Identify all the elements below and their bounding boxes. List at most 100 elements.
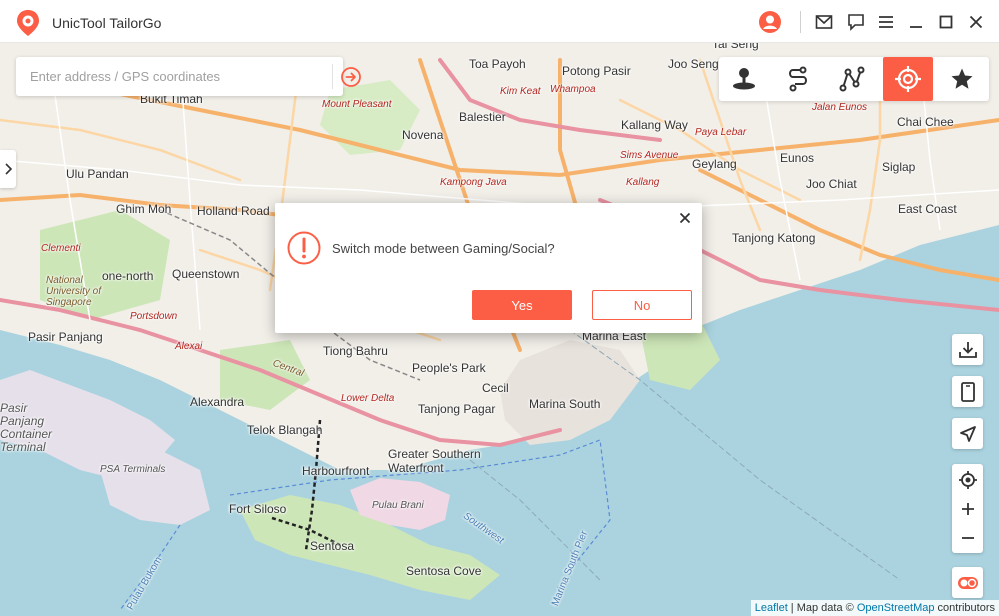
sidebar-toggle[interactable] xyxy=(0,150,16,188)
map-label: National University of Singapore xyxy=(46,275,102,308)
search-input[interactable] xyxy=(16,57,316,96)
map-label: Marina South xyxy=(529,397,601,411)
dialog-message: Switch mode between Gaming/Social? xyxy=(332,241,555,256)
titlebar-divider xyxy=(800,11,801,33)
map-label: People's Park xyxy=(412,361,486,375)
attribution-suffix: contributors xyxy=(934,602,995,614)
multi-spot-route-icon xyxy=(839,66,865,92)
two-spot-mode-button[interactable] xyxy=(773,57,823,101)
zoom-out-button[interactable] xyxy=(952,523,983,552)
leaflet-link[interactable]: Leaflet xyxy=(755,602,788,614)
two-spot-route-icon xyxy=(789,66,807,92)
locate-icon xyxy=(958,470,977,489)
favorites-button[interactable] xyxy=(937,57,987,101)
plus-icon xyxy=(961,502,974,515)
navigation-arrow-icon xyxy=(959,425,976,442)
map-label: Telok Blangah xyxy=(247,423,323,437)
map-label: Clementi xyxy=(41,243,81,254)
map-label: Kallang xyxy=(626,177,660,188)
minus-icon xyxy=(961,536,974,539)
map-label: Lower Delta xyxy=(341,393,395,404)
phone-icon xyxy=(960,381,975,402)
zoom-in-button[interactable] xyxy=(952,494,983,523)
map-label: PSA Terminals xyxy=(100,464,166,475)
map-label: Eunos xyxy=(780,151,815,165)
map-label: Ghim Moh xyxy=(116,202,172,216)
navigate-button[interactable] xyxy=(952,418,983,449)
user-avatar-icon[interactable] xyxy=(758,10,782,34)
map-label: Tanjong Katong xyxy=(732,231,816,245)
map-label: Holland Road xyxy=(197,204,270,218)
search-bar xyxy=(16,57,361,96)
search-go-icon[interactable] xyxy=(340,66,362,88)
game-mode-button[interactable] xyxy=(883,57,933,101)
download-button[interactable] xyxy=(952,334,983,365)
switch-mode-dialog: Switch mode between Gaming/Social? Yes N… xyxy=(275,203,702,333)
mail-icon[interactable] xyxy=(812,10,836,34)
zoom-controls xyxy=(952,464,983,553)
toggle-icon xyxy=(957,576,978,589)
map-label: Novena xyxy=(402,128,444,142)
map-label: Joo Chiat xyxy=(806,177,857,191)
map-label: Whampoa xyxy=(550,84,596,95)
star-icon xyxy=(951,68,973,89)
close-icon xyxy=(679,212,691,224)
app-title: UnicTool TailorGo xyxy=(52,15,162,31)
map-label: Toa Payoh xyxy=(469,57,526,71)
map-label: Siglap xyxy=(882,160,916,174)
dialog-close-button[interactable] xyxy=(676,209,694,227)
warning-icon xyxy=(287,231,321,265)
feedback-icon[interactable] xyxy=(844,10,868,34)
search-divider xyxy=(332,64,333,89)
map-label: Pasir Panjang Container Terminal xyxy=(0,401,53,454)
attribution-text: | Map data © xyxy=(787,602,857,614)
teleport-icon xyxy=(733,68,755,90)
close-icon[interactable] xyxy=(964,10,988,34)
map-label: Portsdown xyxy=(130,311,178,322)
openstreetmap-link[interactable]: OpenStreetMap xyxy=(857,602,935,614)
map-label: Sentosa Cove xyxy=(406,564,482,578)
map-label: Harbourfront xyxy=(302,464,370,478)
map-label: Kim Keat xyxy=(500,86,541,97)
map-label: Pasir Panjang xyxy=(28,330,103,344)
minimize-icon[interactable] xyxy=(904,10,928,34)
map-label: Tanjong Pagar xyxy=(418,402,496,416)
app-logo-icon xyxy=(17,10,39,36)
map-label: Tiong Bahru xyxy=(323,344,388,358)
crosshair-icon xyxy=(895,66,921,92)
map-label: Joo Seng xyxy=(668,57,719,71)
map-label: Mount Pleasant xyxy=(322,99,392,110)
teleport-mode-button[interactable] xyxy=(719,57,769,101)
map-label: Kallang Way xyxy=(621,118,688,132)
map-label: East Coast xyxy=(898,202,957,216)
chevron-right-icon xyxy=(5,163,12,175)
menu-icon[interactable] xyxy=(874,10,898,34)
map-label: Alexai xyxy=(175,341,203,352)
map-label: Chai Chee xyxy=(897,115,954,129)
map-label: Queenstown xyxy=(172,267,240,281)
map-label: Jalan Eunos xyxy=(812,102,868,113)
map-label: Alexandra xyxy=(190,395,245,409)
map-label: Pulau Brani xyxy=(372,500,424,511)
map-label: Sentosa xyxy=(310,539,355,553)
locate-me-button[interactable] xyxy=(952,465,983,494)
map-label: Potong Pasir xyxy=(562,64,631,78)
map-label: Ulu Pandan xyxy=(66,167,129,181)
yes-button[interactable]: Yes xyxy=(472,290,572,320)
device-button[interactable] xyxy=(952,376,983,407)
maximize-icon[interactable] xyxy=(934,10,958,34)
title-bar: UnicTool TailorGo xyxy=(0,0,999,43)
download-icon xyxy=(958,341,977,358)
no-button[interactable]: No xyxy=(592,290,692,320)
map-label: Cecil xyxy=(482,381,509,395)
map-label: Fort Siloso xyxy=(229,502,287,516)
map-label: Sims Avenue xyxy=(620,150,679,161)
map-attribution: Leaflet | Map data © OpenStreetMap contr… xyxy=(750,600,999,616)
joystick-toggle-button[interactable] xyxy=(952,567,983,598)
multi-spot-mode-button[interactable] xyxy=(827,57,877,101)
map-label: Geylang xyxy=(692,157,737,171)
map-label: Kampong Java xyxy=(440,177,507,188)
mode-toolbar xyxy=(719,57,989,101)
map-label: Greater Southern Waterfront xyxy=(388,447,481,475)
map-label: Tai Seng xyxy=(712,43,759,51)
